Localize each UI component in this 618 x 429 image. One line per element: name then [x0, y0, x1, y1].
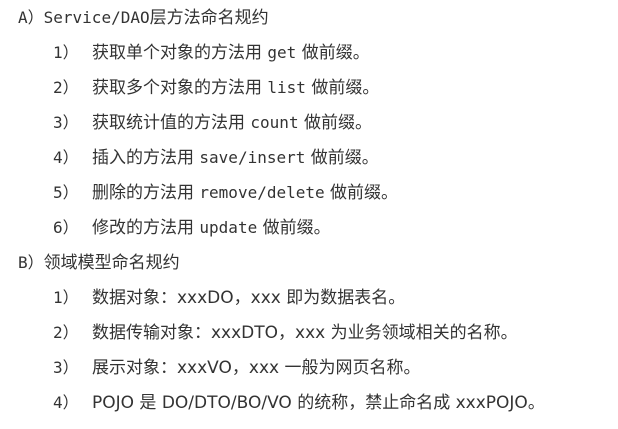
item-suffix: 做前缀。	[311, 78, 380, 98]
item-text: 获取多个对象的方法用	[92, 78, 262, 98]
item-text: 修改的方法用	[92, 218, 194, 238]
section-a-prefix: A）	[18, 8, 44, 27]
item-number: 2）	[53, 323, 79, 342]
document-body: A）Service/DAO层方法命名规约 1） 获取单个对象的方法用 get 做前…	[18, 0, 614, 420]
list-item: 1） 获取单个对象的方法用 get 做前缀。	[18, 35, 614, 70]
item-code: list	[267, 78, 306, 97]
section-b-heading: B）领域模型命名规约	[18, 245, 614, 280]
section-a-heading: A）Service/DAO层方法命名规约	[18, 0, 614, 35]
item-suffix: 做前缀。	[303, 113, 372, 133]
item-number: 4）	[53, 148, 79, 167]
item-suffix: 做前缀。	[301, 43, 370, 63]
list-item: 3） 展示对象：xxxVO，xxx 一般为网页名称。	[18, 350, 614, 385]
section-a-title: 层方法命名规约	[149, 8, 269, 28]
item-code: remove/delete	[199, 183, 325, 202]
item-suffix: 做前缀。	[310, 148, 379, 168]
list-item: 2） 数据传输对象：xxxDTO，xxx 为业务领域相关的名称。	[18, 315, 614, 350]
list-item: 4） POJO 是 DO/DTO/BO/VO 的统称，禁止命名成 xxxPOJO。	[18, 385, 614, 420]
item-number: 5）	[53, 183, 79, 202]
item-text: 数据对象：xxxDO，xxx 即为数据表名。	[92, 288, 406, 308]
item-suffix: 做前缀。	[330, 183, 399, 203]
list-item: 3） 获取统计值的方法用 count 做前缀。	[18, 105, 614, 140]
item-code: get	[267, 43, 297, 62]
item-number: 3）	[53, 358, 79, 377]
item-number: 4）	[53, 393, 79, 412]
list-item: 2） 获取多个对象的方法用 list 做前缀。	[18, 70, 614, 105]
section-a-code: Service/DAO	[43, 8, 150, 27]
item-number: 2）	[53, 78, 79, 97]
item-text: 展示对象：xxxVO，xxx 一般为网页名称。	[92, 358, 421, 378]
item-code: count	[250, 113, 299, 132]
list-item: 5） 删除的方法用 remove/delete 做前缀。	[18, 175, 614, 210]
item-text: 插入的方法用	[92, 148, 194, 168]
item-number: 1）	[53, 288, 79, 307]
item-text: 数据传输对象：xxxDTO，xxx 为业务领域相关的名称。	[92, 323, 518, 343]
item-text: POJO 是 DO/DTO/BO/VO 的统称，禁止命名成 xxxPOJO。	[92, 393, 545, 413]
list-item: 6） 修改的方法用 update 做前缀。	[18, 210, 614, 245]
section-b-prefix: B）	[18, 253, 44, 272]
item-code: save/insert	[199, 148, 306, 167]
item-text: 获取单个对象的方法用	[92, 43, 262, 63]
list-item: 1） 数据对象：xxxDO，xxx 即为数据表名。	[18, 280, 614, 315]
section-b-title: 领域模型命名规约	[43, 253, 180, 273]
item-code: update	[199, 218, 258, 237]
item-number: 6）	[53, 218, 79, 237]
list-item: 4） 插入的方法用 save/insert 做前缀。	[18, 140, 614, 175]
item-text: 获取统计值的方法用	[92, 113, 245, 133]
item-suffix: 做前缀。	[262, 218, 331, 238]
item-number: 3）	[53, 113, 79, 132]
item-number: 1）	[53, 43, 79, 62]
item-text: 删除的方法用	[92, 183, 194, 203]
